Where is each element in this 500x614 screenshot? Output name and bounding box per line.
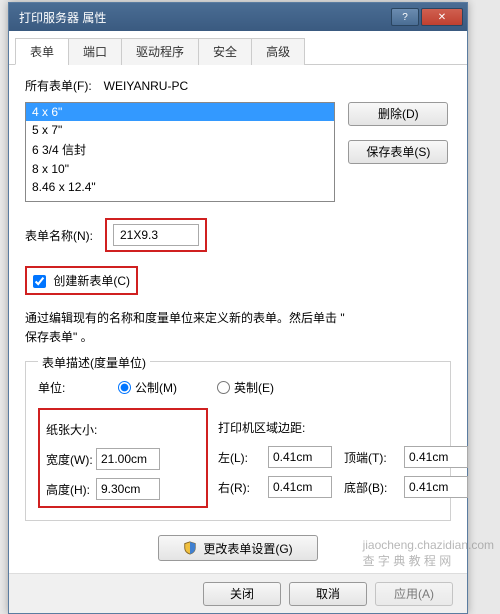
form-name-input[interactable]: 21X9.3 (113, 224, 199, 246)
tab-advanced[interactable]: 高级 (251, 38, 305, 65)
forms-listbox[interactable]: 4 x 6" 5 x 7" 6 3/4 信封 8 x 10" 8.46 x 12… (25, 102, 335, 202)
margins-label: 打印机区域边距: (218, 419, 305, 436)
width-input[interactable] (96, 448, 160, 470)
top-label: 顶端(T): (344, 449, 404, 466)
top-input[interactable] (404, 446, 468, 468)
list-item[interactable]: 8 x 10" (26, 160, 334, 178)
highlight-form-name: 21X9.3 (105, 218, 207, 252)
fieldset-legend: 表单描述(度量单位) (38, 354, 150, 371)
list-item[interactable]: 8.46 x 12.4" (26, 178, 334, 196)
cancel-button[interactable]: 取消 (289, 582, 367, 606)
height-label: 高度(H): (46, 481, 96, 498)
bottom-input[interactable] (404, 476, 468, 498)
measure-fieldset: 表单描述(度量单位) 单位: 公制(M) 英制(E) 纸张大小: 宽度(W): … (25, 361, 451, 521)
left-input[interactable] (268, 446, 332, 468)
properties-dialog: 打印服务器 属性 ? ✕ 表单 端口 驱动程序 安全 高级 所有表单(F): W… (8, 2, 468, 614)
server-name: WEIYANRU-PC (104, 79, 188, 93)
radio-imperial[interactable]: 英制(E) (217, 379, 274, 396)
shield-icon (183, 541, 197, 555)
paper-size-label: 纸张大小: (46, 421, 97, 438)
tab-forms[interactable]: 表单 (15, 38, 69, 65)
tab-ports[interactable]: 端口 (68, 38, 122, 65)
bottom-label: 底部(B): (344, 479, 404, 496)
right-input[interactable] (268, 476, 332, 498)
list-item[interactable]: 4 x 6" (26, 103, 334, 121)
apply-button[interactable]: 应用(A) (375, 582, 453, 606)
change-settings-button[interactable]: 更改表单设置(G) (158, 535, 318, 561)
radio-metric[interactable]: 公制(M) (118, 379, 177, 396)
tab-security[interactable]: 安全 (198, 38, 252, 65)
height-input[interactable] (96, 478, 160, 500)
create-new-label: 创建新表单(C) (53, 274, 130, 288)
all-forms-label: 所有表单(F): (25, 77, 92, 94)
hint-text: 通过编辑现有的名称和度量单位来定义新的表单。然后单击 " 保存表单" 。 (25, 309, 451, 347)
width-label: 宽度(W): (46, 451, 96, 468)
help-button[interactable]: ? (391, 8, 419, 26)
dialog-footer: 关闭 取消 应用(A) (9, 573, 467, 613)
delete-button[interactable]: 删除(D) (348, 102, 448, 126)
right-label: 右(R): (218, 479, 268, 496)
tab-drivers[interactable]: 驱动程序 (121, 38, 199, 65)
close-button[interactable]: 关闭 (203, 582, 281, 606)
unit-label: 单位: (38, 379, 118, 396)
window-title: 打印服务器 属性 (19, 9, 389, 26)
create-new-checkbox[interactable] (33, 275, 46, 288)
form-name-label: 表单名称(N): (25, 227, 93, 244)
tab-content: 所有表单(F): WEIYANRU-PC 4 x 6" 5 x 7" 6 3/4… (9, 65, 467, 573)
save-form-button[interactable]: 保存表单(S) (348, 140, 448, 164)
list-item[interactable]: 6 3/4 信封 (26, 139, 334, 160)
list-item[interactable]: 5 x 7" (26, 121, 334, 139)
close-icon[interactable]: ✕ (421, 8, 463, 26)
highlight-create-new: 创建新表单(C) (25, 266, 138, 295)
titlebar[interactable]: 打印服务器 属性 ? ✕ (9, 3, 467, 31)
tab-strip: 表单 端口 驱动程序 安全 高级 (9, 31, 467, 65)
left-label: 左(L): (218, 449, 268, 466)
highlight-paper-size: 纸张大小: 宽度(W): 高度(H): (38, 408, 208, 508)
